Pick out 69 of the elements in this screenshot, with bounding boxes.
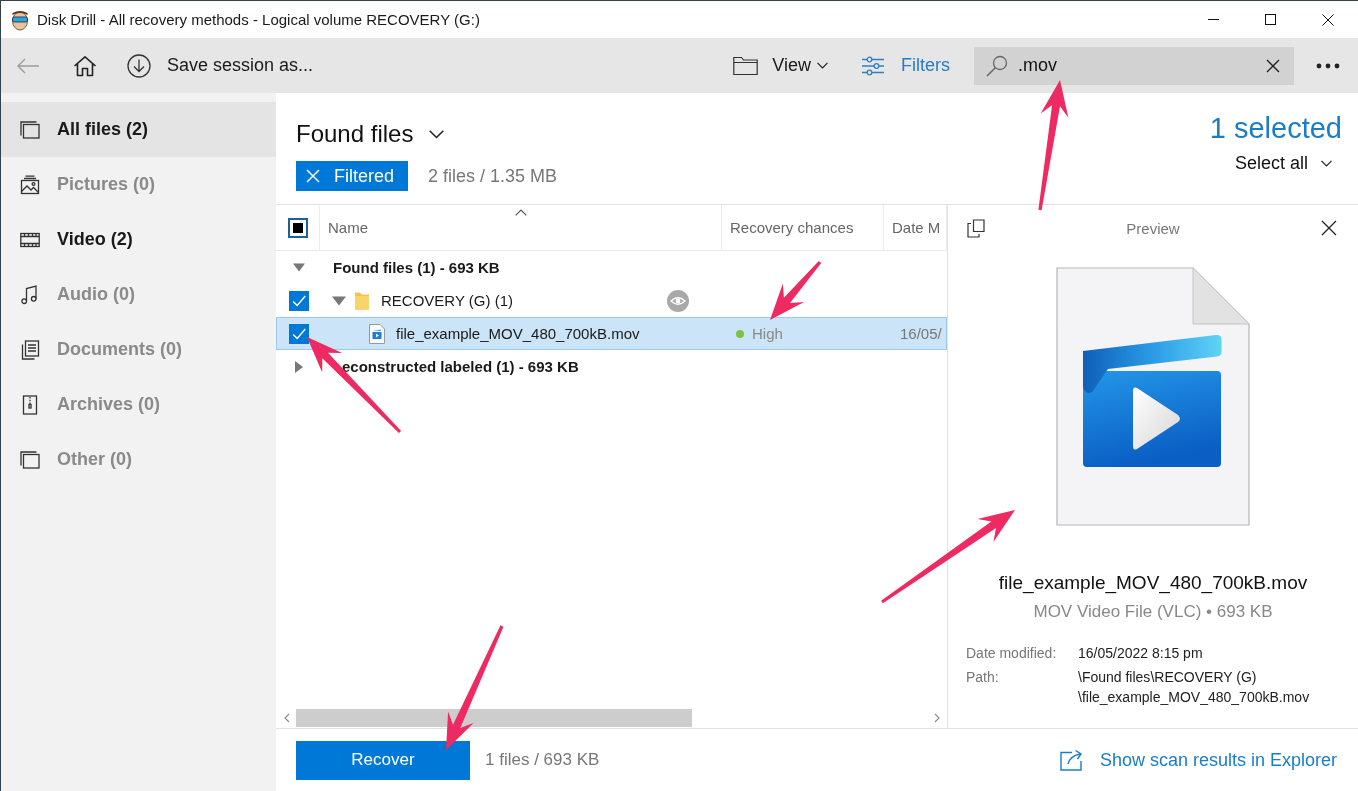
chevron-down-icon[interactable] [429, 129, 445, 139]
music-note-icon [20, 284, 40, 305]
row-checkbox[interactable] [289, 323, 309, 344]
clear-icon[interactable] [1266, 58, 1280, 73]
sort-caret-icon [514, 209, 527, 216]
open-external-icon [1059, 749, 1085, 771]
home-icon[interactable] [73, 54, 97, 77]
folder-name: RECOVERY (G) (1) [381, 292, 513, 309]
group-label: Found files (1) - 693 KB [333, 259, 500, 276]
preview-title: Preview [1125, 219, 1181, 237]
table-row[interactable]: Found files (1) - 693 KB [276, 251, 947, 284]
save-session-button[interactable]: Save session as... [127, 45, 314, 86]
stacked-frames-icon [20, 119, 40, 140]
video-file-icon [1056, 267, 1250, 526]
select-all-checkbox[interactable] [287, 217, 308, 238]
column-header[interactable]: Name [320, 205, 722, 250]
date-text: 16/05/ [900, 324, 942, 342]
annotation-arrow [770, 261, 822, 320]
search-field[interactable]: .mov [974, 46, 1294, 85]
stacked-frames-icon [20, 449, 40, 470]
folder-icon [354, 290, 370, 311]
scroll-left-icon[interactable] [284, 713, 290, 723]
view-button[interactable]: View [733, 45, 828, 86]
select-all-button[interactable]: Select all [1234, 150, 1332, 176]
filter-chip[interactable]: Filtered [296, 161, 409, 191]
more-icon[interactable] [1316, 62, 1340, 69]
documents-icon [20, 339, 40, 360]
detail-label: Date modified: [966, 644, 1058, 663]
copy-icon[interactable] [967, 218, 985, 238]
selection-summary: 1 files / 693 KB [485, 750, 600, 770]
recovery-chance: High [752, 325, 783, 342]
column-header[interactable]: Date M [884, 205, 947, 250]
scrollbar-thumb[interactable] [296, 709, 692, 727]
chevron-down-icon [1321, 159, 1332, 167]
scroll-right-icon[interactable] [934, 713, 940, 723]
folder-icon [733, 55, 759, 76]
table-row[interactable]: file_example_MOV_480_700kB.mov High 16/05/ [276, 317, 947, 350]
files-summary: 2 files / 1.35 MB [428, 165, 558, 187]
video-file-icon [369, 323, 385, 344]
close-icon[interactable] [1321, 13, 1334, 26]
column-header[interactable]: Recovery chances [722, 205, 884, 250]
file-name: file_example_MOV_480_700kB.mov [396, 325, 640, 342]
close-icon[interactable] [1321, 220, 1337, 236]
window-title: Disk Drill - All recovery methods - Logical volume RECOVERY (G:) [37, 11, 480, 28]
table-row[interactable]: RECOVERY (G) (1) [276, 284, 947, 317]
table-row[interactable]: econstructed labeled (1) - 693 KB [276, 350, 947, 383]
maximize-icon[interactable] [1265, 14, 1276, 25]
sliders-icon [862, 55, 884, 76]
detail-value: 16/05/2022 8:15 pm [1078, 644, 1204, 663]
filters-button[interactable]: Filters [862, 45, 950, 86]
section-title: Found files [296, 120, 414, 148]
picture-icon [20, 174, 40, 195]
sidebar-item[interactable]: All files (2) [1, 102, 276, 157]
group-label: econstructed labeled (1) - 693 KB [342, 358, 579, 375]
sidebar-item[interactable]: Video (2) [1, 212, 276, 267]
zipper-file-icon [20, 394, 40, 415]
recover-button[interactable]: Recover [296, 740, 470, 780]
explorer-link[interactable]: Show scan results in Explorer [1059, 749, 1337, 771]
detail-label: Path: [966, 668, 1000, 687]
download-icon [127, 53, 151, 78]
search-icon [986, 54, 1008, 77]
eye-icon[interactable] [667, 289, 689, 312]
detail-value: \Found files\RECOVERY (G)\file_example_MOV_480_700kB.mov [1078, 668, 1311, 707]
preview-file-name: file_example_MOV_480_700kB.mov [998, 572, 1308, 594]
selection-count: 1 selected [1209, 111, 1342, 145]
row-checkbox[interactable] [289, 290, 309, 311]
preview-file-info: MOV Video File (VLC) • 693 KB [1033, 602, 1273, 622]
app-logo-icon [11, 8, 29, 31]
chevron-down-icon [817, 62, 828, 69]
